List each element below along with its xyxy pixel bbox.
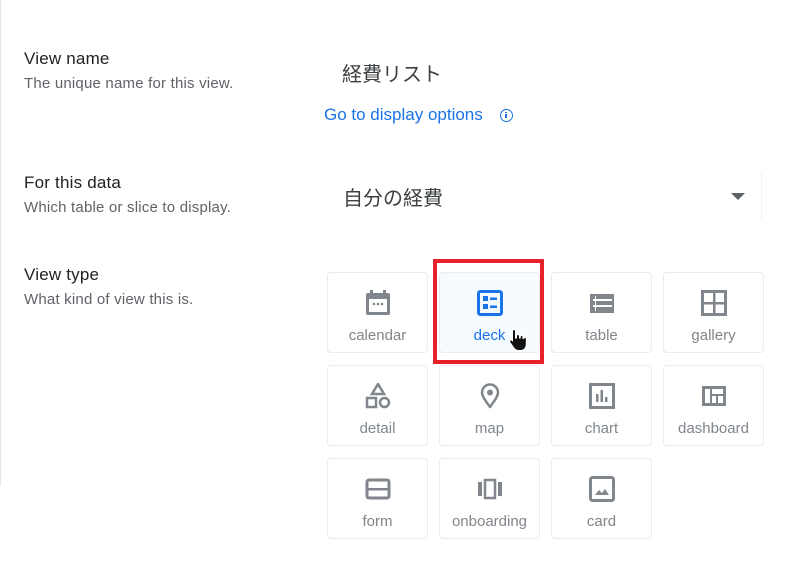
- view-type-label: gallery: [691, 327, 736, 344]
- view-type-onboarding[interactable]: onboarding: [439, 458, 540, 539]
- view-type-label: detail: [359, 420, 396, 437]
- view-type-table[interactable]: table: [551, 272, 652, 353]
- view-type-label: chart: [584, 420, 619, 437]
- view-type-form[interactable]: form: [327, 458, 428, 539]
- view-type-title: View type: [24, 265, 100, 284]
- view-type-label: calendar: [348, 327, 407, 344]
- view-name-description: The unique name for this view.: [24, 75, 234, 92]
- display-options-link[interactable]: Go to display options: [324, 105, 513, 125]
- deck-icon: [476, 290, 503, 316]
- gallery-icon: [700, 290, 727, 316]
- card-icon: [588, 476, 615, 502]
- view-name-input[interactable]: 経費リスト: [342, 58, 442, 87]
- for-this-data-label-block: For this data Which table or slice to di…: [24, 173, 231, 216]
- calendar-icon: [365, 290, 391, 316]
- caret-down-icon: [731, 193, 745, 200]
- view-type-calendar[interactable]: calendar: [327, 272, 428, 353]
- view-type-label: table: [585, 327, 618, 344]
- left-divider: [0, 0, 1, 486]
- view-name-title: View name: [24, 49, 110, 68]
- view-type-label: map: [474, 420, 505, 437]
- data-source-select[interactable]: 自分の経費: [330, 172, 762, 220]
- for-this-data-description: Which table or slice to display.: [24, 199, 232, 216]
- view-type-dashboard[interactable]: dashboard: [663, 365, 764, 446]
- for-this-data-title: For this data: [24, 173, 122, 192]
- view-name-label-block: View name The unique name for this view.: [24, 49, 233, 92]
- view-type-label: card: [586, 513, 617, 530]
- view-type-gallery[interactable]: gallery: [663, 272, 764, 353]
- view-type-label: deck: [473, 327, 506, 344]
- view-type-chart[interactable]: chart: [551, 365, 652, 446]
- display-options-link-label: Go to display options: [324, 105, 483, 124]
- view-type-card[interactable]: card: [551, 458, 652, 539]
- view-type-grid: calendar deck table gallery detail map c…: [327, 272, 764, 539]
- data-source-selected-value: 自分の経費: [343, 186, 443, 210]
- view-type-description: What kind of view this is.: [24, 291, 194, 308]
- form-icon: [365, 476, 391, 502]
- view-type-label: dashboard: [678, 420, 749, 437]
- onboarding-icon: [477, 476, 503, 502]
- view-type-label-block: View type What kind of view this is.: [24, 265, 193, 308]
- view-type-label: onboarding: [451, 513, 528, 530]
- info-icon[interactable]: [499, 108, 513, 122]
- detail-icon: [365, 383, 391, 409]
- view-type-detail[interactable]: detail: [327, 365, 428, 446]
- chart-icon: [588, 383, 615, 409]
- map-pin-icon: [477, 383, 503, 409]
- view-type-map[interactable]: map: [439, 365, 540, 446]
- dashboard-icon: [701, 383, 727, 409]
- table-icon: [589, 290, 615, 316]
- view-type-label: form: [362, 513, 393, 530]
- hand-pointer-cursor-icon: [508, 328, 528, 357]
